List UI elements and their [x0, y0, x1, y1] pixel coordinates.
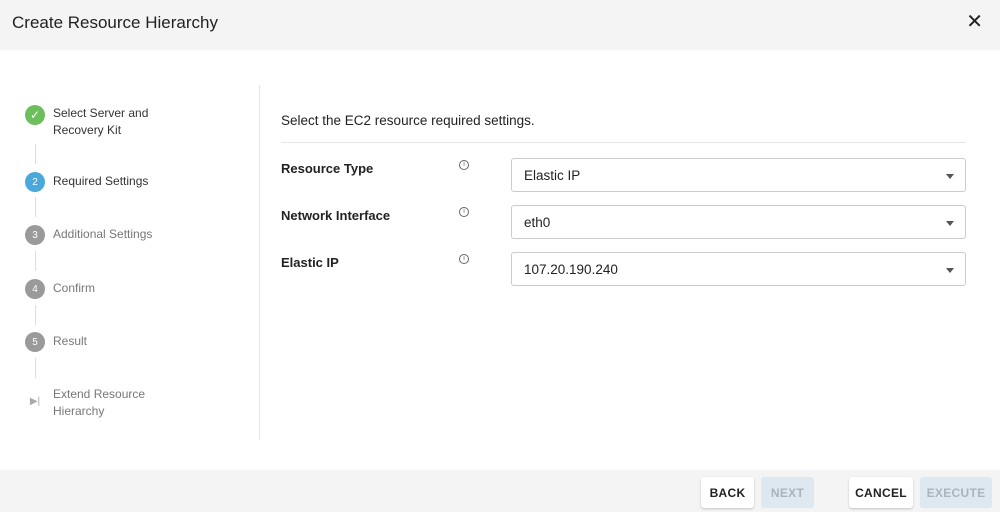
step-connector: [35, 197, 36, 217]
selected-value: Elastic IP: [524, 168, 581, 183]
resource-type-select[interactable]: Elastic IP: [511, 158, 966, 192]
step-connector: [35, 305, 36, 325]
dialog-header: Create Resource Hierarchy ✕: [0, 0, 1000, 50]
step-label: Extend Resource Hierarchy: [53, 387, 146, 418]
step-select-server[interactable]: ✓ Select Server and Recovery Kit: [25, 105, 163, 139]
settings-form: Select the EC2 resource required setting…: [281, 113, 966, 286]
step-extend-hierarchy[interactable]: ▶| Extend Resource Hierarchy: [25, 386, 153, 420]
step-number: 5: [25, 332, 45, 352]
skip-icon: ▶|: [29, 395, 41, 407]
caret-down-icon: [946, 174, 954, 179]
resource-type-row: Resource Type i Elastic IP: [281, 158, 966, 192]
back-button[interactable]: BACK: [701, 477, 754, 508]
network-interface-row: Network Interface i eth0: [281, 205, 966, 239]
step-connector: [35, 144, 36, 164]
dialog-footer: BACK NEXT CANCEL EXECUTE: [0, 470, 1000, 512]
stepper: ✓ Select Server and Recovery Kit 2 Requi…: [0, 85, 260, 440]
field-label: Resource Type: [281, 161, 374, 176]
step-additional-settings[interactable]: 3 Additional Settings: [25, 225, 152, 245]
selected-value: eth0: [524, 215, 551, 230]
step-number: 3: [25, 225, 45, 245]
caret-down-icon: [946, 221, 954, 226]
step-label: Additional Settings: [53, 227, 153, 241]
next-button[interactable]: NEXT: [761, 477, 814, 508]
cancel-button[interactable]: CANCEL: [849, 477, 913, 508]
network-interface-select[interactable]: eth0: [511, 205, 966, 239]
info-icon[interactable]: i: [459, 207, 469, 217]
info-icon[interactable]: i: [459, 160, 469, 170]
check-icon: ✓: [25, 105, 45, 125]
selected-value: 107.20.190.240: [524, 262, 618, 277]
step-number: 2: [25, 172, 45, 192]
execute-button[interactable]: EXECUTE: [920, 477, 992, 508]
field-label: Network Interface: [281, 208, 391, 223]
step-confirm[interactable]: 4 Confirm: [25, 279, 95, 299]
step-label: Result: [53, 334, 88, 348]
step-required-settings[interactable]: 2 Required Settings: [25, 172, 148, 192]
step-result[interactable]: 5 Result: [25, 332, 87, 352]
step-number: 4: [25, 279, 45, 299]
step-connector: [35, 251, 36, 271]
form-intro: Select the EC2 resource required setting…: [281, 113, 966, 143]
step-label: Select Server and Recovery Kit: [53, 106, 149, 137]
elastic-ip-row: Elastic IP i 107.20.190.240: [281, 252, 966, 286]
field-label: Elastic IP: [281, 255, 339, 270]
close-icon[interactable]: ✕: [966, 9, 983, 34]
step-connector: [35, 358, 36, 378]
dialog-title: Create Resource Hierarchy: [12, 13, 218, 32]
step-label: Confirm: [53, 281, 96, 295]
elastic-ip-select[interactable]: 107.20.190.240: [511, 252, 966, 286]
caret-down-icon: [946, 268, 954, 273]
step-label: Required Settings: [53, 174, 149, 188]
info-icon[interactable]: i: [459, 254, 469, 264]
